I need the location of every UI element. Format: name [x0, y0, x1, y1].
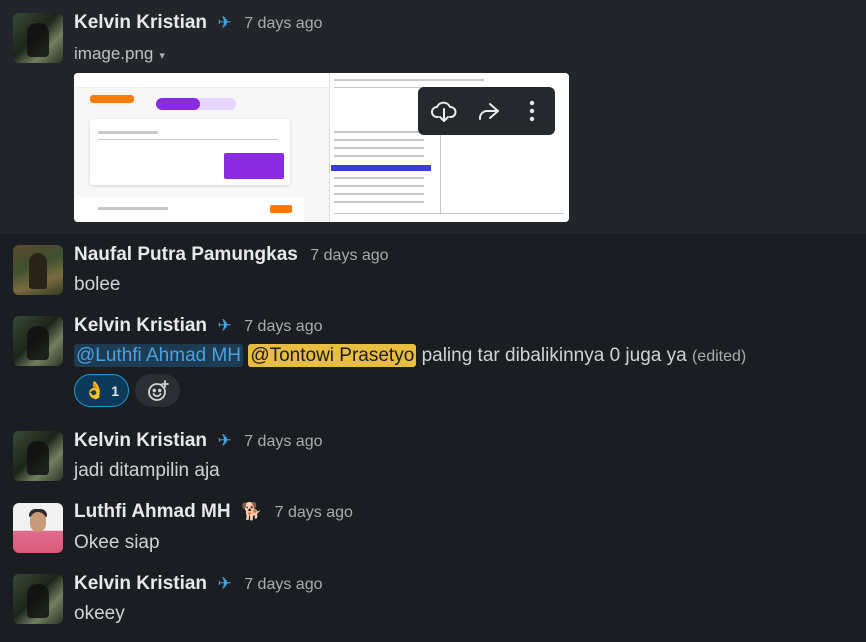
message-header: Kelvin Kristian ✈ 7 days ago [74, 430, 322, 452]
timestamp[interactable]: 7 days ago [244, 318, 322, 335]
download-cloud-icon[interactable] [430, 97, 458, 125]
timestamp[interactable]: 7 days ago [244, 15, 322, 32]
message-header: Luthfi Ahmad MH 🐕 7 days ago [74, 501, 353, 523]
author-name[interactable]: Naufal Putra Pamungkas [74, 244, 298, 265]
airplane-status-icon: ✈ [217, 316, 232, 335]
timestamp[interactable]: 7 days ago [244, 433, 322, 450]
mention-luthfi[interactable]: @Luthfi Ahmad MH [74, 344, 244, 367]
message-header: Kelvin Kristian ✈ 7 days ago [74, 315, 322, 337]
chevron-down-icon: ▾ [159, 50, 165, 62]
avatar[interactable] [13, 503, 63, 553]
add-reaction-button[interactable] [135, 374, 180, 407]
timestamp[interactable]: 7 days ago [310, 247, 388, 264]
airplane-status-icon: ✈ [217, 574, 232, 593]
message-text: okeey [74, 603, 125, 624]
file-name: image.png [74, 44, 154, 63]
message-text: jadi ditampilin aja [74, 460, 220, 481]
image-preview[interactable] [74, 73, 569, 222]
message-naufal: Naufal Putra Pamungkas 7 days ago bolee [0, 234, 866, 304]
more-vertical-icon[interactable] [518, 97, 546, 125]
share-arrow-icon[interactable] [474, 97, 502, 125]
timestamp[interactable]: 7 days ago [244, 576, 322, 593]
avatar[interactable] [13, 245, 63, 295]
message-text: paling tar dibalikinnya 0 juga ya [421, 345, 687, 366]
avatar[interactable] [13, 574, 63, 624]
ok-hand-icon: 👌 [84, 380, 106, 400]
mention-tontowi[interactable]: @Tontowi Prasetyo [248, 344, 417, 367]
message-text: Okee siap [74, 532, 160, 553]
file-name-toggle[interactable]: image.png ▾ [74, 44, 165, 64]
message-kelvin-mentions: Kelvin Kristian ✈ 7 days ago @Luthfi Ahm… [0, 304, 866, 416]
avatar[interactable] [13, 431, 63, 481]
reaction-ok-hand[interactable]: 👌 1 [74, 374, 129, 407]
edited-label: (edited) [691, 348, 747, 365]
message-text: bolee [74, 274, 121, 295]
author-name[interactable]: Kelvin Kristian [74, 430, 207, 451]
airplane-status-icon: ✈ [217, 13, 232, 32]
author-name[interactable]: Luthfi Ahmad MH [74, 501, 231, 522]
timestamp[interactable]: 7 days ago [275, 504, 353, 521]
author-name[interactable]: Kelvin Kristian [74, 315, 207, 336]
message-body: @Luthfi Ahmad MH @Tontowi Prasetyo palin… [74, 344, 747, 367]
airplane-status-icon: ✈ [217, 431, 232, 450]
preview-webpage [74, 73, 329, 222]
message-kelvin-jadi: Kelvin Kristian ✈ 7 days ago jadi ditamp… [0, 418, 866, 490]
avatar[interactable] [13, 316, 63, 366]
avatar[interactable] [13, 13, 63, 63]
add-emoji-icon [147, 379, 169, 401]
author-name[interactable]: Kelvin Kristian [74, 12, 207, 33]
message-header: Kelvin Kristian ✈ 7 days ago [74, 573, 322, 595]
image-actions-toolbar [418, 87, 555, 135]
dog-status-icon: 🐕 [241, 502, 263, 521]
message-kelvin-image: Kelvin Kristian ✈ 7 days ago image.png ▾ [0, 0, 866, 234]
message-luthfi: Luthfi Ahmad MH 🐕 7 days ago Okee siap [0, 490, 866, 562]
reaction-count: 1 [111, 382, 119, 399]
message-header: Naufal Putra Pamungkas 7 days ago [74, 244, 389, 266]
message-header: Kelvin Kristian ✈ 7 days ago [74, 12, 322, 34]
message-kelvin-okeey: Kelvin Kristian ✈ 7 days ago okeey [0, 562, 866, 642]
author-name[interactable]: Kelvin Kristian [74, 573, 207, 594]
